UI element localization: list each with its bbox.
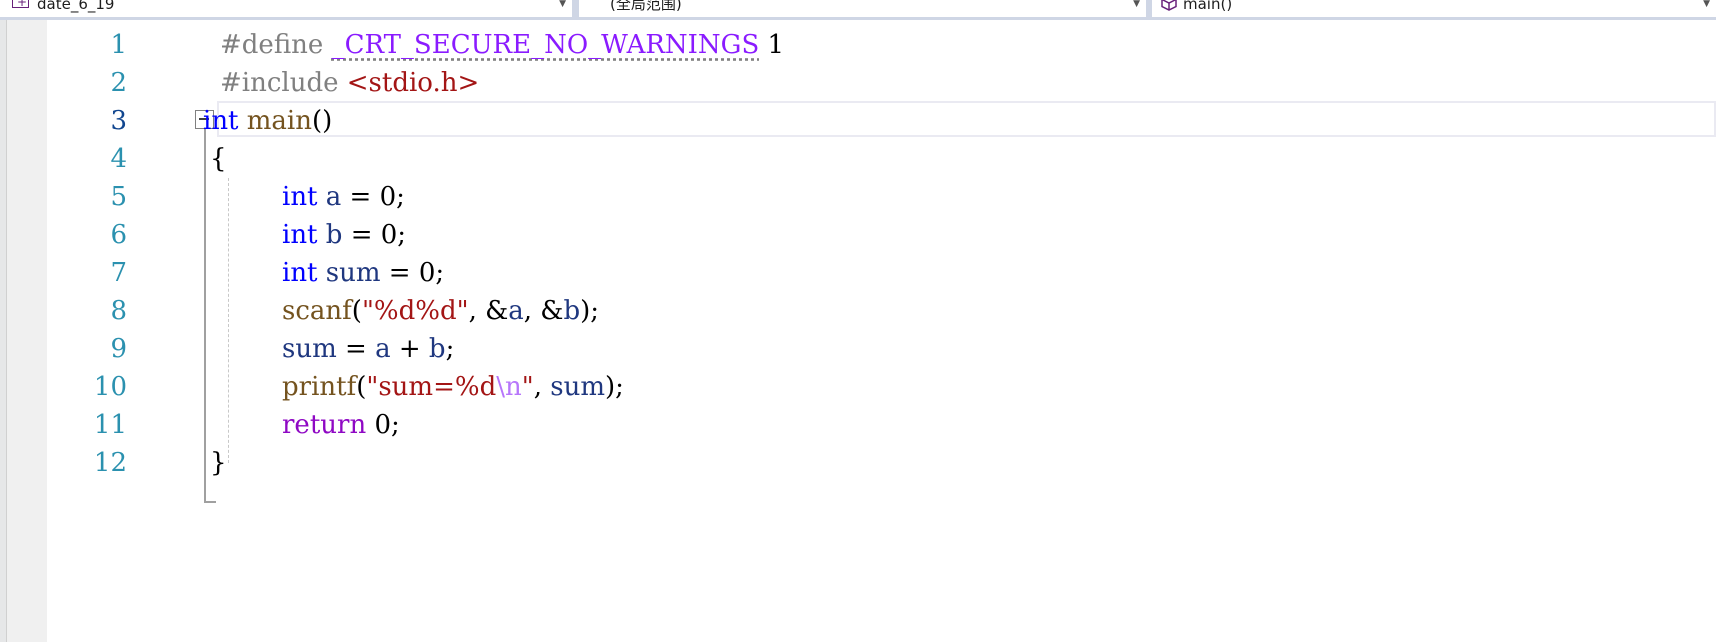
chevron-down-icon: ▼ [1703,0,1710,9]
open-brace: { [210,144,227,174]
line-number: 10 [93,372,127,402]
code-line[interactable]: #include <stdio.h> [220,64,479,102]
chevron-down-icon: ▼ [559,0,566,9]
operator: = [336,334,376,364]
fold-region-line [204,129,206,503]
keyword: int [203,106,239,136]
line-number: 7 [110,258,127,288]
code-line[interactable]: { [210,140,227,178]
punctuation: () [312,106,333,136]
line-number: 9 [110,334,127,364]
string-literal: "sum=%d [366,372,497,402]
variable: sum [325,258,381,288]
expression: 0; [366,410,400,440]
preprocessor-directive: #include [220,68,339,98]
line-number: 5 [110,182,127,212]
punctuation: ; [445,334,455,364]
punctuation: ( [356,372,367,402]
member-dropdown[interactable]: main() ▼ [1152,0,1716,17]
include-header: <stdio.h> [346,68,480,98]
function-call: printf [282,372,357,402]
code-line[interactable]: #define _CRT_SECURE_NO_WARNINGS 1 [220,26,784,64]
variable: a [508,296,524,326]
punctuation: , [533,372,551,402]
variable: sum [282,334,337,364]
line-number: 8 [110,296,127,326]
operator: + [390,334,429,364]
variable: sum [550,372,605,402]
function-name: main [246,106,312,136]
code-line[interactable]: int a = 0; [282,178,405,216]
line-number: 4 [110,144,127,174]
code-line[interactable]: } [210,444,227,482]
preprocessor-directive: #define [220,30,324,60]
chevron-down-icon: ▼ [1133,0,1140,9]
line-number: 2 [110,68,127,98]
expression: = 0; [342,220,407,250]
punctuation: ( [351,296,362,326]
method-cube-icon [1161,0,1177,11]
member-dropdown-label: main() [1183,0,1233,13]
string-literal: " [521,372,534,402]
string-literal: "%d%d" [361,296,469,326]
escape-sequence: \n [496,372,522,402]
keyword: int [282,258,318,288]
line-number-current: 3 [110,106,127,136]
visual-studio-editor: date_6_19 ▼ (全局范围) ▼ main() ▼ 1 2 3 4 5 … [0,0,1716,642]
variable: a [325,182,342,212]
expression: = 0; [341,182,405,212]
line-number: 11 [93,410,127,440]
keyword: int [282,182,318,212]
function-call: scanf [282,296,352,326]
scope-dropdown[interactable]: (全局范围) ▼ [579,0,1146,17]
keyword: int [282,220,318,250]
indent-guide [228,178,229,463]
fold-region-end [204,501,216,503]
line-number: 6 [110,220,127,250]
glyph-margin[interactable] [7,20,47,642]
code-line[interactable]: int sum = 0; [282,254,444,292]
navigation-bar: date_6_19 ▼ (全局范围) ▼ main() ▼ [0,0,1716,20]
variable: b [563,296,581,326]
keyword: return [282,410,367,440]
editor-left-border [0,20,7,642]
variable: a [375,334,391,364]
code-line[interactable]: scanf("%d%d", &a, &b); [282,292,599,330]
punctuation: , & [468,296,509,326]
line-number: 12 [93,448,127,478]
expression: = 0; [380,258,445,288]
punctuation: ); [604,372,624,402]
scope-dropdown-label: (全局范围) [610,0,682,13]
project-dropdown[interactable]: date_6_19 ▼ [0,0,572,17]
macro-name: _CRT_SECURE_NO_WARNINGS [331,30,760,60]
variable: b [428,334,446,364]
punctuation: , & [523,296,564,326]
project-dropdown-label: date_6_19 [37,0,115,13]
code-line[interactable]: int b = 0; [282,216,406,254]
line-number-margin: 1 2 3 4 5 6 7 8 9 10 11 12 [47,20,127,642]
code-editor[interactable]: 1 2 3 4 5 6 7 8 9 10 11 12 #define _CRT_… [0,20,1716,642]
line-number: 1 [110,30,127,60]
code-line[interactable]: sum = a + b; [282,330,454,368]
macro-value: 1 [767,30,785,60]
variable: b [325,220,343,250]
code-line[interactable]: int main() [203,102,332,140]
close-brace: } [210,448,227,478]
code-line[interactable]: printf("sum=%d\n", sum); [282,368,624,406]
project-icon [12,0,29,11]
punctuation: ); [580,296,600,326]
current-line-highlight [217,101,1716,137]
code-line[interactable]: return 0; [282,406,400,444]
